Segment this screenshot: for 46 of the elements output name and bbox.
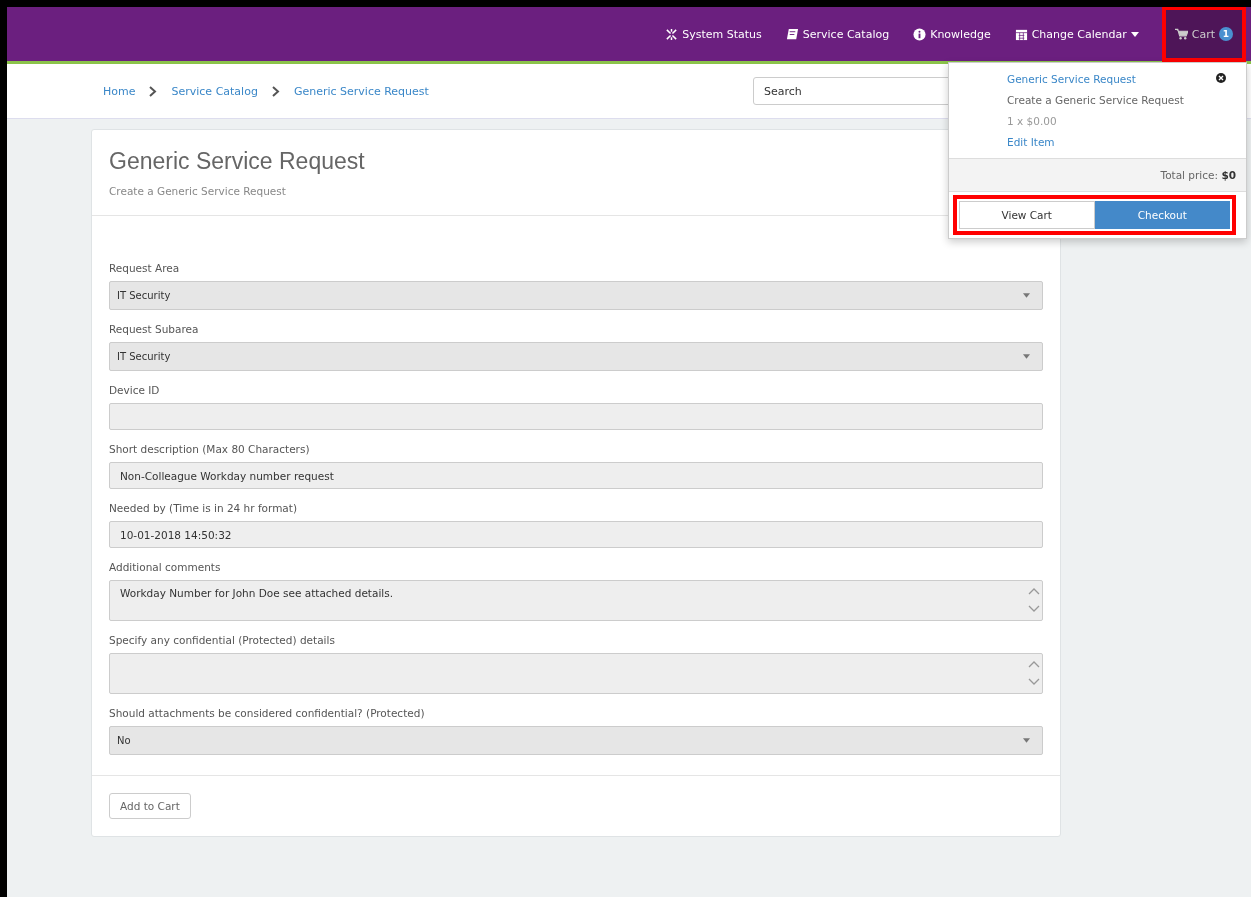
view-cart-button[interactable]: View Cart (959, 201, 1095, 229)
input-field[interactable]: Non-Colleague Workday number request (109, 462, 1043, 489)
book-icon (785, 27, 799, 41)
caret-icon (1023, 354, 1030, 359)
cart-link[interactable]: Cart 1 (1162, 7, 1245, 61)
field-label: Request Area (109, 262, 181, 274)
calendar-icon (1014, 27, 1028, 41)
breadcrumb-link[interactable]: Service Catalog (171, 84, 258, 98)
select-field[interactable]: IT Security (109, 342, 1043, 371)
chevron-icon (271, 85, 280, 97)
item-title-link[interactable]: Generic Service Request (1007, 73, 1184, 85)
form-title: Generic Service Request (109, 148, 366, 175)
item-description: Create a Generic Service Request (1007, 94, 1184, 106)
field-label: Should attachments be considered confidential? (Protected) (109, 707, 426, 719)
text-area[interactable] (109, 653, 1043, 694)
checkout-button[interactable]: Checkout (1094, 201, 1230, 229)
text-area[interactable]: Workday Number for John Doe see attached details. (109, 580, 1043, 621)
select-field[interactable]: IT Security (109, 281, 1043, 310)
sparkle-icon (665, 27, 679, 41)
input-field[interactable]: 10-01-2018 14:50:32 (109, 521, 1043, 548)
input-field[interactable] (109, 403, 1043, 430)
item-price: 1 x $0.00 (1007, 115, 1058, 127)
count-badge: 1 (1219, 27, 1233, 41)
field-label: Additional comments (109, 561, 222, 573)
field-label: Specify any confidential (Protected) details (109, 634, 336, 646)
select-field[interactable]: No (109, 726, 1043, 755)
caret-icon (1023, 293, 1030, 298)
nav-link[interactable]: Change Calendar (1014, 7, 1139, 61)
remove-icon[interactable] (1216, 73, 1226, 83)
edit-item-link[interactable]: Edit Item (1007, 136, 1184, 148)
cart-icon (1174, 28, 1188, 40)
chevron-icon (149, 85, 158, 97)
nav-link[interactable]: System Status (665, 7, 762, 61)
total-price: Total price: $0 (949, 158, 1246, 192)
field-label: Device ID (109, 384, 161, 396)
info-icon (913, 27, 927, 41)
add-to-cart-button[interactable]: Add to Cart (109, 793, 191, 819)
breadcrumb-link[interactable]: Home (103, 84, 136, 98)
nav-link[interactable]: Knowledge (913, 7, 991, 61)
field-label: Request Subarea (109, 323, 200, 335)
breadcrumb-link[interactable]: Generic Service Request (293, 84, 429, 98)
caret-icon (1023, 738, 1030, 743)
field-label: Short description (Max 80 Characters) (109, 443, 311, 455)
field-label: Needed by (Time is in 24 hr format) (109, 502, 299, 514)
form-subtitle: Create a Generic Service Request (109, 185, 287, 197)
nav-link[interactable]: Service Catalog (785, 7, 890, 61)
